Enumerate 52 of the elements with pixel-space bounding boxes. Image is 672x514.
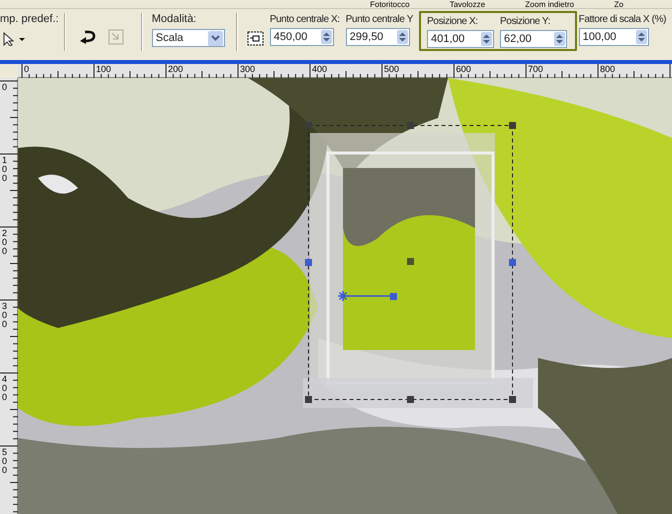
ruler-label: 700 (528, 64, 544, 74)
ruler-label: 300 (2, 302, 8, 329)
spin-field[interactable]: 299,50 (346, 28, 410, 46)
field-label: Punto centrale X: (270, 13, 340, 26)
pointer-preset-icon[interactable] (3, 32, 27, 46)
resize-handle[interactable] (407, 122, 414, 129)
ruler-label: 400 (312, 64, 328, 74)
ruler-label: 800 (600, 64, 616, 74)
spin-field[interactable]: 401,00 (427, 30, 494, 48)
spin-icon (481, 32, 492, 46)
resize-handle[interactable] (305, 122, 312, 129)
preset-label: mp. predef.: (0, 13, 59, 26)
spin-field[interactable]: 62,00 (500, 30, 568, 48)
resize-handle[interactable] (509, 259, 516, 266)
ruler-label: 200 (2, 229, 8, 256)
field-label: Fattore di scala X (%) (578, 13, 666, 26)
spin-field[interactable]: 450,00 (270, 28, 334, 46)
menu-item[interactable]: Fotoritocco (370, 0, 410, 8)
ruler-label: 600 (456, 64, 472, 74)
ruler-label: 100 (2, 156, 8, 183)
ruler-label: 200 (168, 64, 184, 74)
resize-handle[interactable] (305, 259, 312, 266)
field-label: Posizione Y: (500, 15, 552, 28)
ruler-label: 500 (384, 64, 400, 74)
spin-icon (636, 30, 647, 44)
rotation-handle[interactable] (337, 290, 397, 302)
menu-item[interactable]: Tavolozze (450, 0, 486, 8)
spin-icon (320, 30, 332, 44)
spin-icon (554, 32, 566, 46)
resize-handle[interactable] (407, 396, 414, 403)
mode-dropdown[interactable]: Scala (152, 29, 225, 47)
resize-handle[interactable] (509, 396, 516, 403)
ruler-label: 400 (2, 375, 8, 402)
rotate-arrow-icon[interactable] (78, 30, 96, 44)
menu-item[interactable]: Zoom indietro (525, 0, 574, 8)
ruler-label: 500 (2, 448, 8, 475)
ruler-label: 300 (240, 64, 256, 74)
pick-box-icon[interactable] (108, 29, 124, 45)
field-label: Posizione X: (427, 15, 479, 28)
spin-field[interactable]: 100,00 (578, 28, 649, 46)
pivot-handle[interactable] (407, 258, 414, 265)
field-label: Punto centrale Y (346, 13, 414, 26)
resize-handle[interactable] (305, 396, 312, 403)
mode-label: Modalità: (152, 13, 198, 26)
resize-handle[interactable] (509, 122, 516, 129)
menu-item[interactable]: Zo (614, 0, 624, 8)
spin-icon (396, 30, 408, 44)
dropdown-caret-icon (208, 30, 223, 46)
selection-frame-icon[interactable] (246, 31, 264, 46)
ruler-label: 100 (96, 64, 112, 74)
ruler-label: 0 (2, 83, 8, 92)
ruler-label: 0 (24, 64, 30, 74)
